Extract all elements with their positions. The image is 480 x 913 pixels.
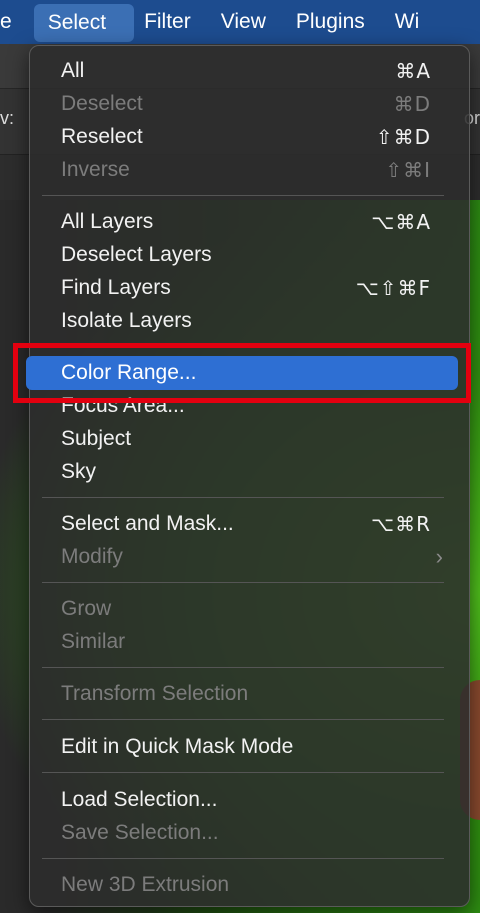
menu-item-shortcut: ⌥⇧⌘F	[355, 275, 431, 300]
menu-item-label: Grow	[61, 596, 112, 620]
menubar-item-plugins[interactable]: Plugins	[286, 0, 385, 44]
menu-item-quick-mask[interactable]: Edit in Quick Mask Mode	[30, 730, 469, 763]
menu-separator	[42, 772, 444, 773]
menu-item-label: All	[61, 58, 85, 82]
menu-item-isolate-layers[interactable]: Isolate Layers	[30, 304, 469, 337]
menu-item-label: Deselect Layers	[61, 242, 212, 266]
menu-item-grow: Grow	[30, 592, 469, 625]
chevron-right-icon: ›	[435, 543, 443, 569]
menu-item-label: Subject	[61, 426, 132, 450]
callout-highlight-box	[13, 343, 471, 403]
menu-item-subject[interactable]: Subject	[30, 422, 469, 455]
menubar-item-filter[interactable]: Filter	[134, 0, 211, 44]
menu-item-select-and-mask[interactable]: Select and Mask... ⌥⌘R	[30, 507, 469, 540]
menu-item-label: Find Layers	[61, 275, 171, 299]
menubar-item-select[interactable]: Select	[33, 4, 135, 42]
menu-item-label: Load Selection...	[61, 787, 218, 811]
menubar-item-window[interactable]: Wi	[385, 0, 420, 44]
menu-item-inverse: Inverse ⇧⌘I	[30, 153, 469, 186]
select-menu: All ⌘A Deselect ⌘D Reselect ⇧⌘D Inverse …	[26, 45, 470, 907]
options-fragment-left: v:	[0, 108, 15, 128]
menu-item-label: Inverse	[61, 157, 130, 181]
menu-item-shortcut: ⌘D	[393, 91, 431, 116]
menu-item-label: Sky	[61, 459, 97, 483]
menu-separator	[42, 858, 444, 859]
menu-item-shortcut: ⌥⌘A	[371, 209, 431, 234]
menu-item-label: Deselect	[61, 91, 143, 115]
menu-item-shortcut: ⇧⌘D	[375, 124, 431, 149]
menu-item-save-selection: Save Selection...	[30, 816, 469, 849]
menu-item-label: Isolate Layers	[61, 308, 192, 332]
menu-item-reselect[interactable]: Reselect ⇧⌘D	[30, 120, 469, 153]
menu-item-label: Edit in Quick Mask Mode	[61, 734, 294, 758]
menu-item-load-selection[interactable]: Load Selection...	[30, 783, 469, 816]
menu-item-label: Similar	[61, 629, 126, 653]
menu-separator	[42, 497, 444, 498]
menu-item-all[interactable]: All ⌘A	[30, 54, 469, 87]
menu-separator	[42, 195, 444, 196]
menu-item-find-layers[interactable]: Find Layers ⌥⇧⌘F	[30, 271, 469, 304]
menu-item-label: All Layers	[61, 209, 154, 233]
menu-item-label: Reselect	[61, 124, 143, 148]
menu-item-shortcut: ⇧⌘I	[385, 157, 431, 182]
menu-item-deselect: Deselect ⌘D	[30, 87, 469, 120]
menu-item-label: Modify	[61, 544, 123, 568]
menu-separator	[42, 719, 444, 720]
menu-item-sky[interactable]: Sky	[30, 455, 469, 488]
menu-item-label: New 3D Extrusion	[61, 872, 230, 896]
menu-separator	[42, 582, 444, 583]
menubar-item-view[interactable]: View	[211, 0, 286, 44]
menu-item-deselect-layers[interactable]: Deselect Layers	[30, 238, 469, 271]
menu-item-shortcut: ⌘A	[395, 58, 431, 83]
menu-item-transform-selection: Transform Selection	[30, 677, 469, 710]
menubar-item-edit[interactable]: e	[0, 0, 34, 44]
menu-item-label: Select and Mask...	[61, 511, 234, 535]
menu-item-shortcut: ⌥⌘R	[371, 511, 431, 536]
menu-bar: e Select Filter View Plugins Wi	[0, 0, 480, 44]
menu-separator	[42, 667, 444, 668]
menu-item-similar: Similar	[30, 625, 469, 658]
menu-item-new-3d-extrusion: New 3D Extrusion	[30, 868, 469, 901]
menu-item-label: Transform Selection	[61, 681, 249, 705]
menu-item-all-layers[interactable]: All Layers ⌥⌘A	[30, 205, 469, 238]
menu-item-modify: Modify ›	[30, 540, 469, 573]
menu-item-label: Save Selection...	[61, 820, 219, 844]
